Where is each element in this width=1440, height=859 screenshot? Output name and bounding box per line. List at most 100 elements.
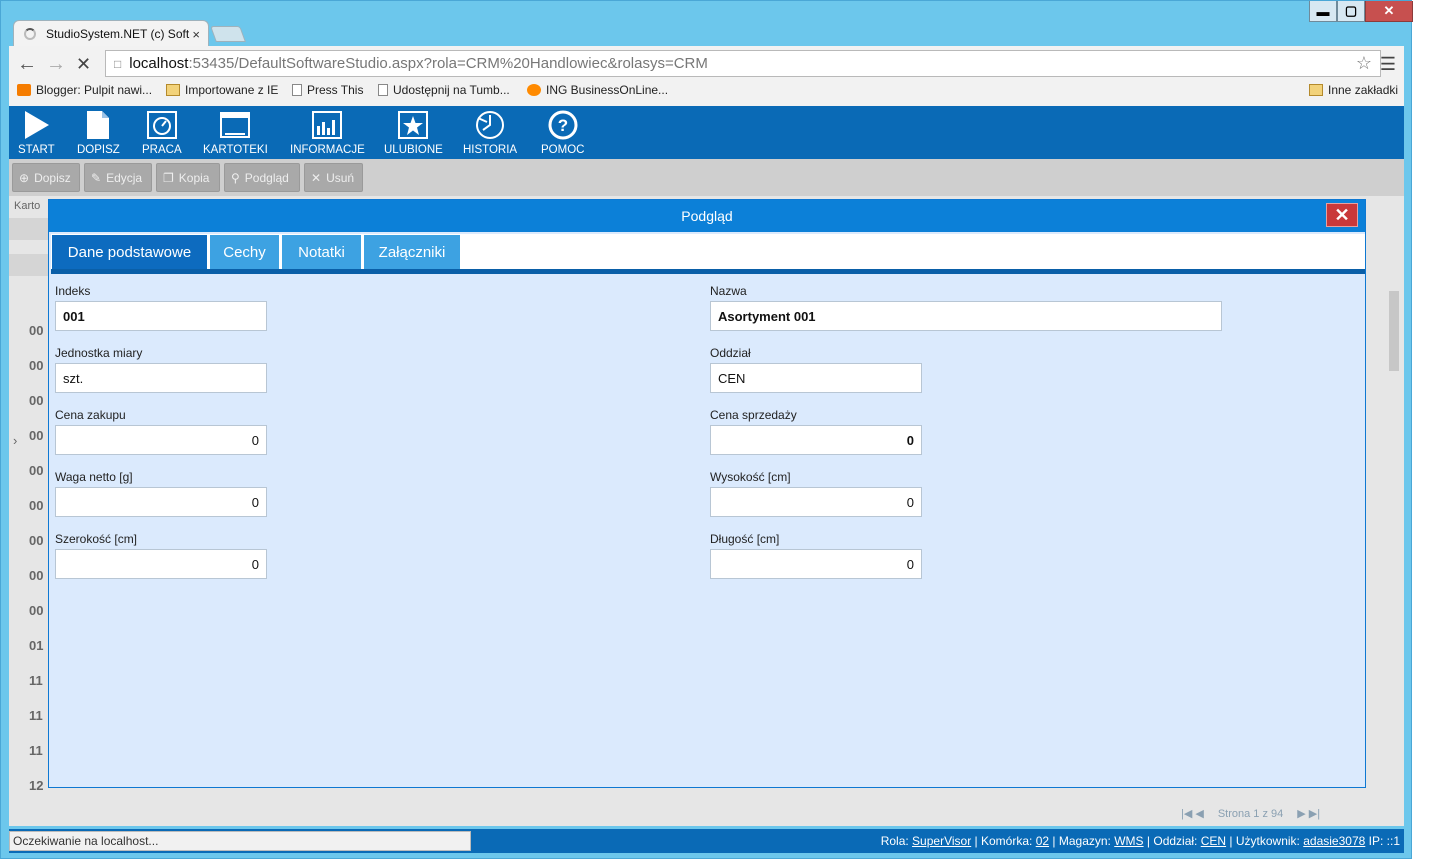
folder-icon xyxy=(166,84,180,96)
podglad-button[interactable]: ⚲ Podgląd xyxy=(224,163,300,192)
magazyn-link[interactable]: WMS xyxy=(1114,834,1143,848)
row-code: 00 xyxy=(29,323,44,338)
menu-dopisz[interactable]: DOPISZ xyxy=(77,110,120,156)
ing-icon xyxy=(527,84,541,96)
loading-spinner-icon xyxy=(24,28,36,40)
komorka-link[interactable]: 02 xyxy=(1036,834,1049,848)
row-code: 12 xyxy=(29,778,44,793)
action-toolbar: ⊕ Dopisz ✎ Edycja ❐ Kopia ⚲ Podgląd ✕ Usuń xyxy=(9,159,1404,196)
magazyn-label: Magazyn: xyxy=(1058,834,1111,848)
oddzial-label: Oddział xyxy=(710,346,751,360)
tab-cechy[interactable]: Cechy xyxy=(210,235,279,269)
row-code: 11 xyxy=(29,673,43,688)
stop-loading-icon[interactable]: ✕ xyxy=(76,54,91,75)
grid-scrollbar[interactable] xyxy=(1389,291,1399,371)
nazwa-field[interactable]: Asortyment 001 xyxy=(710,301,1222,331)
bookmark-label: Udostępnij na Tumb... xyxy=(393,83,510,97)
dlugosc-field[interactable]: 0 xyxy=(710,549,922,579)
session-info: Rola: SuperVisor | Komórka: 02 | Magazyn… xyxy=(880,834,1400,848)
bookmark-blogger[interactable]: Blogger: Pulpit nawi... xyxy=(17,83,152,97)
bookmark-press-this[interactable]: Press This xyxy=(292,83,363,97)
grid-header xyxy=(9,218,49,240)
document-icon xyxy=(87,111,110,139)
dopisz-button[interactable]: ⊕ Dopisz xyxy=(12,163,80,192)
button-label: Edycja xyxy=(106,170,143,185)
status-bar: Oczekiwanie na localhost... Rola: SuperV… xyxy=(9,829,1404,853)
dialog-close-button[interactable]: ✕ xyxy=(1326,203,1358,227)
window-controls: ▬ ▢ ✕ xyxy=(1309,1,1413,22)
cena-zakupu-label: Cena zakupu xyxy=(55,408,126,422)
dialog-header: Podgląd ✕ xyxy=(49,200,1365,232)
row-code: 00 xyxy=(29,533,44,548)
bookmark-label: Press This xyxy=(307,83,364,97)
pager-label: Strona 1 z 94 xyxy=(1217,808,1284,820)
address-bar[interactable]: □ localhost:53435/DefaultSoftwareStudio.… xyxy=(105,50,1381,77)
menu-informacje[interactable]: INFORMACJE xyxy=(290,110,365,156)
menu-label: HISTORIA xyxy=(463,144,518,156)
oddzial-field[interactable]: CEN xyxy=(710,363,922,393)
magnifier-icon: ⚲ xyxy=(231,170,240,185)
minimize-button[interactable]: ▬ xyxy=(1309,1,1337,22)
indeks-field[interactable]: 001 xyxy=(55,301,267,331)
tab-close-icon[interactable]: × xyxy=(192,27,200,42)
waga-field[interactable]: 0 xyxy=(55,487,267,517)
uzytkownik-link[interactable]: adasie3078 xyxy=(1303,834,1365,848)
history-icon xyxy=(476,111,505,139)
menu-kartoteki[interactable]: KARTOTEKI xyxy=(203,110,268,156)
svg-text:?: ? xyxy=(558,116,568,135)
usun-button[interactable]: ✕ Usuń xyxy=(304,163,363,192)
bookmark-other[interactable]: Inne zakładki xyxy=(1309,83,1398,97)
edit-icon: ✎ xyxy=(91,170,102,185)
menu-label: POMOC xyxy=(541,144,585,156)
bookmark-label: Inne zakładki xyxy=(1328,83,1399,97)
window-close-button[interactable]: ✕ xyxy=(1365,1,1413,22)
szerokosc-field[interactable]: 0 xyxy=(55,549,267,579)
menu-label: DOPISZ xyxy=(77,144,120,156)
url-path: :53435/DefaultSoftwareStudio.aspx?rola=C… xyxy=(188,55,708,72)
play-icon xyxy=(25,111,50,139)
bookmark-importowane[interactable]: Importowane z IE xyxy=(166,83,278,97)
jednostka-field[interactable]: szt. xyxy=(55,363,267,393)
row-code: 00 xyxy=(29,568,44,583)
menu-start[interactable]: START xyxy=(18,110,55,156)
button-label: Kopia xyxy=(178,170,210,185)
bookmark-label: Blogger: Pulpit nawi... xyxy=(36,83,153,97)
browser-menu-icon[interactable]: ☰ xyxy=(1380,54,1396,75)
gauge-icon xyxy=(146,111,177,139)
cena-sprzedazy-field[interactable]: 0 xyxy=(710,425,922,455)
cena-zakupu-field[interactable]: 0 xyxy=(55,425,267,455)
row-code: 01 xyxy=(29,638,44,653)
row-code: 00 xyxy=(29,358,44,373)
bookmark-label: Importowane z IE xyxy=(185,83,279,97)
copy-icon: ❐ xyxy=(163,170,174,185)
bookmark-tumblr[interactable]: Udostępnij na Tumb... xyxy=(378,83,510,97)
menu-ulubione[interactable]: ULUBIONE xyxy=(384,110,443,156)
bookmark-star-icon[interactable]: ☆ xyxy=(1356,53,1372,74)
row-code: 00 xyxy=(29,498,44,513)
menu-praca[interactable]: PRACA xyxy=(142,110,182,156)
forward-arrow-icon[interactable]: → xyxy=(46,53,66,76)
grid-pager[interactable]: |◀ ◀ Strona 1 z 94 ▶ ▶| xyxy=(1181,807,1320,820)
jednostka-label: Jednostka miary xyxy=(55,346,143,360)
uzytkownik-label: Użytkownik: xyxy=(1235,834,1300,848)
browser-tab[interactable]: StudioSystem.NET (c) Soft × xyxy=(13,20,209,47)
tab-dane-podstawowe[interactable]: Dane podstawowe xyxy=(52,235,207,269)
back-arrow-icon[interactable]: ← xyxy=(17,53,37,76)
bookmark-ing[interactable]: ING BusinessOnLine... xyxy=(527,83,668,97)
plus-circle-icon: ⊕ xyxy=(19,170,30,185)
tab-zalaczniki[interactable]: Załączniki xyxy=(364,235,460,269)
dialog-title: Podgląd xyxy=(681,208,733,224)
main-menu: START DOPISZ PRACA KARTOTEKI INFORMACJE … xyxy=(9,106,1404,159)
menu-historia[interactable]: HISTORIA xyxy=(463,110,517,156)
edycja-button[interactable]: ✎ Edycja xyxy=(84,163,152,192)
maximize-button[interactable]: ▢ xyxy=(1337,1,1365,22)
rola-link[interactable]: SuperVisor xyxy=(912,834,971,848)
menu-pomoc[interactable]: ? POMOC xyxy=(541,110,584,156)
new-tab-button[interactable] xyxy=(210,26,246,42)
tab-notatki[interactable]: Notatki xyxy=(282,235,361,269)
kopia-button[interactable]: ❐ Kopia xyxy=(156,163,220,192)
row-marker: › xyxy=(13,433,18,448)
rola-label: Rola: xyxy=(880,834,909,848)
oddzial-link[interactable]: CEN xyxy=(1201,834,1226,848)
wysokosc-field[interactable]: 0 xyxy=(710,487,922,517)
